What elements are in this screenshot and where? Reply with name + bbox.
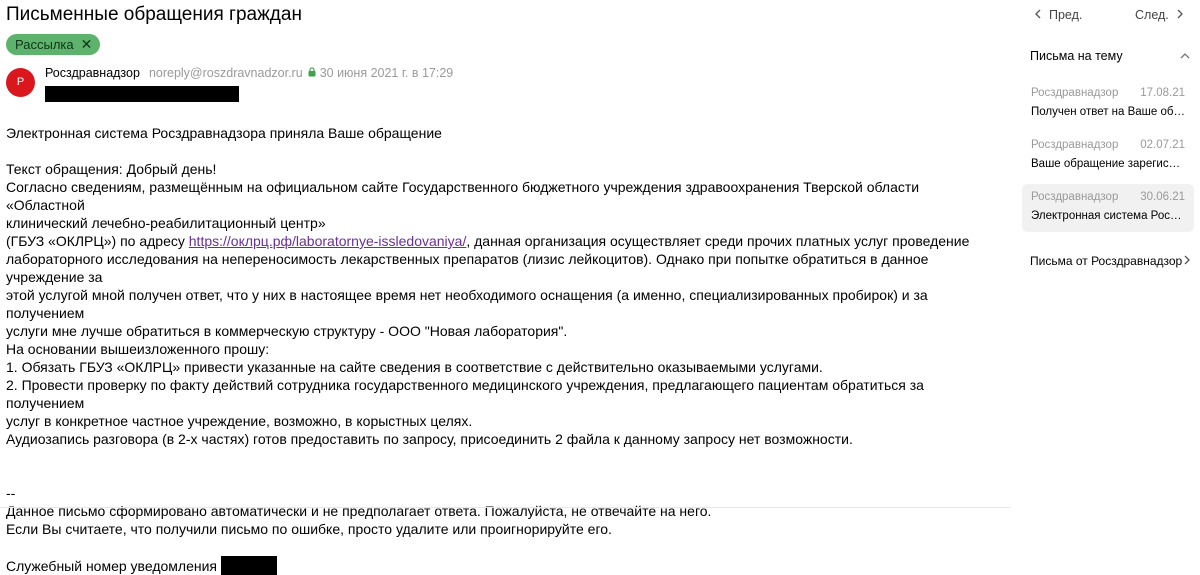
- thread-item[interactable]: Росздравнадзор 17.08.21 Получен ответ на …: [1022, 80, 1194, 128]
- body-line: этой услугой мной получен ответ, что у н…: [6, 287, 928, 321]
- redacted-recipient: [45, 86, 239, 102]
- divider: [0, 507, 1010, 508]
- message-date: 30 июня 2021 г. в 17:29: [319, 66, 454, 80]
- chevron-left-icon: [1035, 8, 1041, 22]
- body-line: (ГБУЗ «ОКЛРЦ») по адресу https://оклрц.р…: [6, 232, 996, 250]
- prev-button[interactable]: Пред.: [1035, 8, 1082, 22]
- chevron-up-icon: [1180, 48, 1190, 62]
- footer-line: Данное письмо сформировано автоматически…: [6, 503, 712, 519]
- thread-section-toggle[interactable]: Письма на тему: [1030, 49, 1190, 63]
- chevron-right-icon: [1184, 254, 1190, 268]
- body-line: Текст обращения: Добрый день!: [6, 161, 217, 177]
- letters-from-sender-label: Письма от Росздравнадзор: [1030, 254, 1183, 268]
- message-subject: Письменные обращения граждан: [6, 4, 302, 25]
- thread-item-subject: Ваше обращение зарегистрировано: [1031, 158, 1185, 170]
- next-label: След.: [1135, 8, 1169, 22]
- service-number-line: Служебный номер уведомления: [6, 556, 996, 575]
- body-line: услуги мне лучше обратиться в коммерческ…: [6, 323, 568, 339]
- thread-item-selected[interactable]: Росздравнадзор 30.06.21 Электронная систе…: [1022, 184, 1194, 232]
- message-pane: Письменные обращения граждан Рассылка ✕ …: [0, 0, 1010, 575]
- thread-item-date: 30.06.21: [1140, 191, 1185, 203]
- body-line: На основании вышеизложенного прошу:: [6, 341, 270, 357]
- close-icon[interactable]: ✕: [81, 34, 93, 55]
- sender-name[interactable]: Росздравнадзор: [45, 66, 140, 80]
- next-button[interactable]: След.: [1135, 8, 1183, 22]
- chevron-right-icon: [1177, 8, 1183, 22]
- site-link[interactable]: https://оклрц.рф/laboratornye-issledovan…: [189, 233, 467, 249]
- body-line: 1. Обязать ГБУЗ «ОКЛРЦ» привести указанн…: [6, 359, 823, 375]
- avatar[interactable]: Р: [6, 68, 35, 97]
- thread-item-sender: Росздравнадзор: [1031, 87, 1119, 99]
- label-chip-text: Рассылка: [15, 37, 74, 52]
- sender-email[interactable]: noreply@roszdravnadzor.ru: [149, 66, 303, 80]
- footer-line: Если Вы считаете, что получили письмо по…: [6, 521, 612, 537]
- body-line: Согласно сведениям, размещённым на офици…: [6, 179, 920, 213]
- right-sidebar: Пред. След. Письма на тему Росздравнадзо…: [1010, 0, 1200, 509]
- body-line: услуг в конкретное частное учреждение, в…: [6, 413, 473, 429]
- thread-item-subject: Электронная система Росздравнадзора: [1031, 210, 1185, 222]
- label-chip[interactable]: Рассылка ✕: [6, 34, 101, 55]
- letters-from-sender-link[interactable]: Письма от Росздравнадзор: [1030, 254, 1190, 268]
- lock-icon: [308, 66, 316, 80]
- body-line: клинический лечебно-реабилитационный цен…: [6, 215, 326, 231]
- body-line: Аудиозапись разговора (в 2-х частях) гот…: [6, 431, 853, 447]
- thread-title: Письма на тему: [1030, 49, 1123, 63]
- body-line: лабораторного исследования на непереноси…: [6, 251, 929, 285]
- signature-separator: --: [6, 485, 16, 501]
- redacted-service-number: [220, 556, 277, 575]
- sender-line: Росздравнадзор noreply@roszdravnadzor.ru…: [45, 66, 453, 80]
- thread-item-sender: Росздравнадзор: [1031, 191, 1119, 203]
- thread-item-date: 02.07.21: [1140, 139, 1185, 151]
- thread-item-date: 17.08.21: [1140, 87, 1185, 99]
- thread-item[interactable]: Росздравнадзор 02.07.21 Ваше обращение за…: [1022, 132, 1194, 180]
- body-line: Электронная система Росздравнадзора прин…: [6, 125, 442, 141]
- thread-item-subject: Получен ответ на Ваше обращение: [1031, 106, 1185, 118]
- service-number-label: Служебный номер уведомления: [6, 558, 217, 574]
- thread-item-sender: Росздравнадзор: [1031, 139, 1119, 151]
- body-text: , данная организация осуществляет среди …: [466, 233, 970, 249]
- prev-label: Пред.: [1049, 8, 1083, 22]
- body-text: (ГБУЗ «ОКЛРЦ») по адресу: [6, 233, 189, 249]
- body-line: 2. Провести проверку по факту действий с…: [6, 377, 924, 411]
